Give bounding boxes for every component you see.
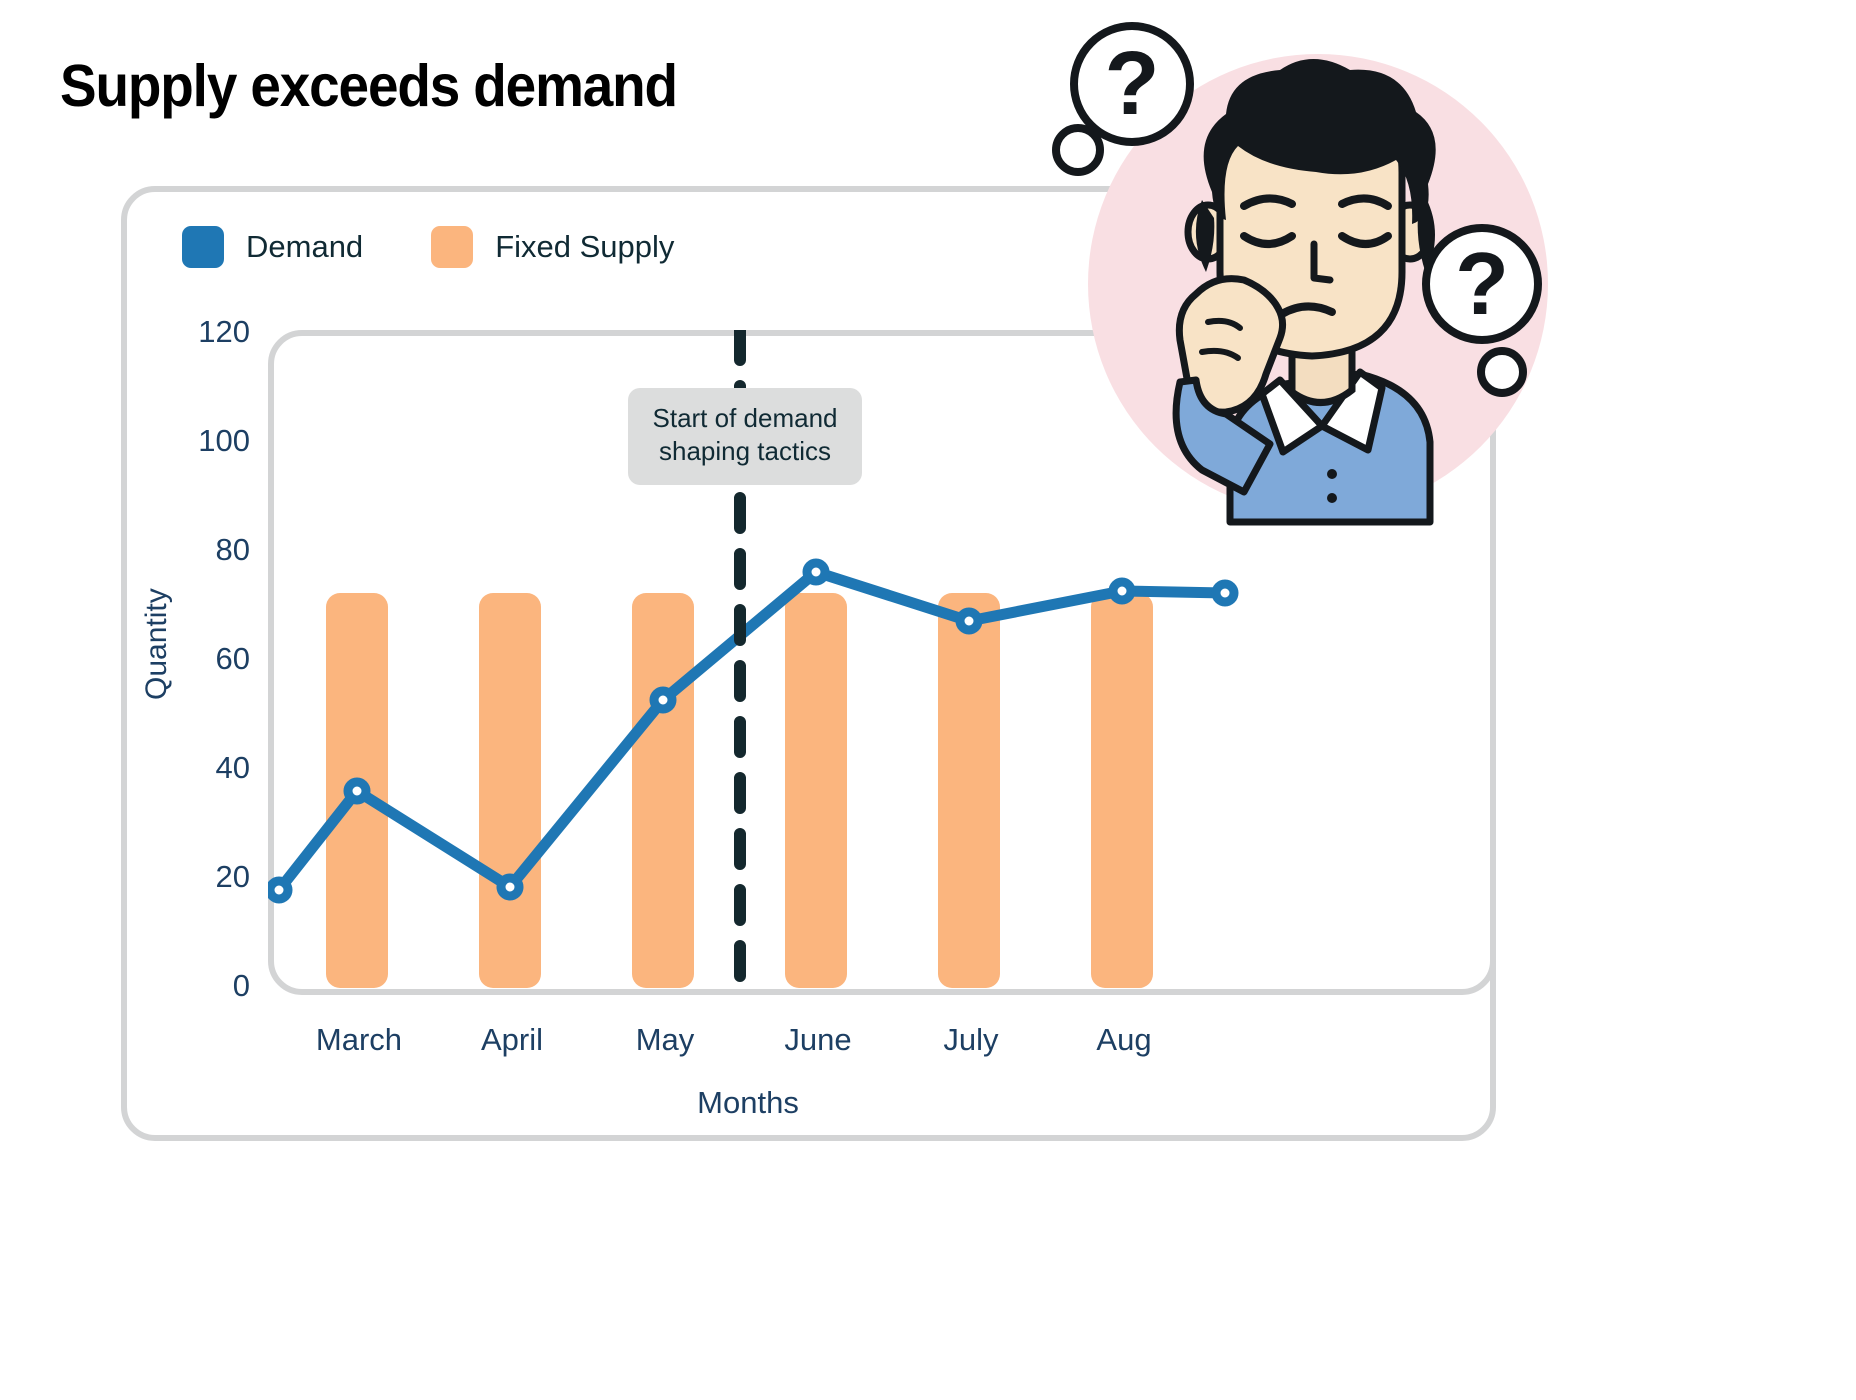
y-tick-20: 20 [215,859,250,894]
legend-swatch-fixed-supply [431,226,474,268]
bar-april [479,593,541,988]
question-mark-left: ? [1105,34,1160,134]
annotation-line-1: Start of demand [652,403,838,433]
annotation-line-2: shaping tactics [659,436,831,467]
shirt-button-2 [1327,493,1337,503]
x-axis-title: Months [697,1085,799,1120]
demand-point-1 [343,777,371,805]
y-tick-100: 100 [198,423,250,458]
legend-item-demand[interactable]: Demand [182,226,363,268]
shirt-button-1 [1327,469,1337,479]
demand-point-5 [955,607,983,635]
legend-label-demand: Demand [246,229,364,264]
y-tick-0: 0 [232,968,250,1003]
y-tick-80: 80 [215,532,250,567]
y-axis-title: Quantity [140,588,173,700]
legend-swatch-demand [182,226,224,268]
question-mark-right: ? [1455,234,1509,333]
question-bubble-small-right [1477,347,1527,397]
annotation-demand-shaping: Start of demand shaping tactics [628,388,862,485]
y-tick-120: 120 [198,314,250,349]
page-title: Supply exceeds demand [60,53,678,119]
chart-page: Supply exceeds demand Demand Fixed Suppl… [0,0,1856,1400]
legend-label-fixed-supply: Fixed Supply [495,229,675,264]
bar-may [632,593,694,988]
demand-point-0 [268,876,293,904]
thinking-person-illustration: ? ? [1052,22,1548,526]
bar-june [785,593,847,988]
demand-markers [268,558,1239,904]
demand-point-3 [649,686,677,714]
question-bubble-small-left [1052,124,1104,176]
demand-point-6 [1108,577,1136,605]
demand-point-2 [496,873,524,901]
chart-legend: Demand Fixed Supply [182,226,674,268]
demand-line [273,566,1231,896]
y-tick-40: 40 [215,750,250,785]
legend-item-fixed-supply[interactable]: Fixed Supply [431,226,674,268]
bar-aug [1091,593,1153,988]
demand-point-4 [802,558,830,586]
demand-point-7 [1211,579,1239,607]
bar-july [938,593,1000,988]
x-tick-aug: Aug [1096,1022,1152,1057]
